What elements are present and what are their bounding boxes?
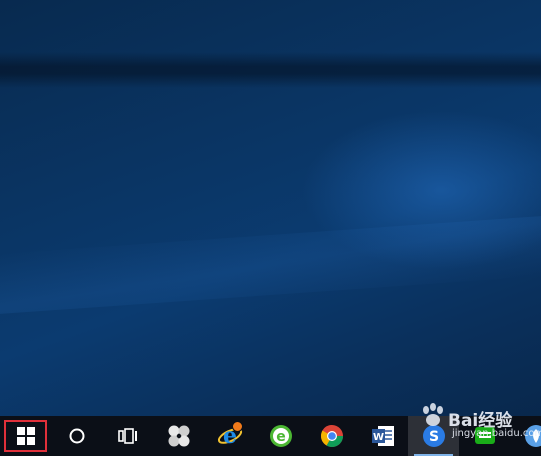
sogou-icon: S — [422, 425, 445, 447]
taskbar: e e W S — [0, 416, 541, 456]
360-browser-button[interactable]: e — [255, 416, 306, 456]
svg-text:e: e — [276, 429, 286, 445]
wallpaper-light-beam — [0, 216, 541, 314]
chrome-button[interactable] — [306, 416, 357, 456]
search-button[interactable] — [51, 416, 102, 456]
word-button[interactable]: W — [357, 416, 408, 456]
wallpaper-glow — [301, 110, 541, 270]
green-e-browser-icon: e — [269, 425, 292, 447]
internet-explorer-button[interactable]: e — [204, 416, 255, 456]
word-icon: W — [371, 426, 394, 446]
task-view-icon — [117, 428, 137, 444]
pinwheel-icon — [168, 425, 189, 447]
notification-badge — [232, 421, 243, 432]
cortana-circle-icon — [69, 428, 84, 444]
pinwheel-app-button[interactable] — [153, 416, 204, 456]
green-chat-icon — [474, 427, 495, 444]
blue-circle-app-icon — [524, 425, 541, 447]
chat-app-button[interactable] — [459, 416, 510, 456]
chrome-icon — [320, 425, 343, 447]
svg-text:W: W — [372, 432, 383, 443]
sogou-button[interactable]: S — [408, 416, 459, 456]
start-button[interactable] — [0, 416, 51, 456]
windows-logo-icon — [16, 427, 35, 445]
svg-text:S: S — [428, 429, 438, 445]
desktop: e e W S Bai经验 jingyan.baidu.com — [0, 0, 541, 456]
task-view-button[interactable] — [102, 416, 153, 456]
blue-app-button[interactable] — [510, 416, 541, 456]
wallpaper-dark-band — [0, 52, 541, 88]
